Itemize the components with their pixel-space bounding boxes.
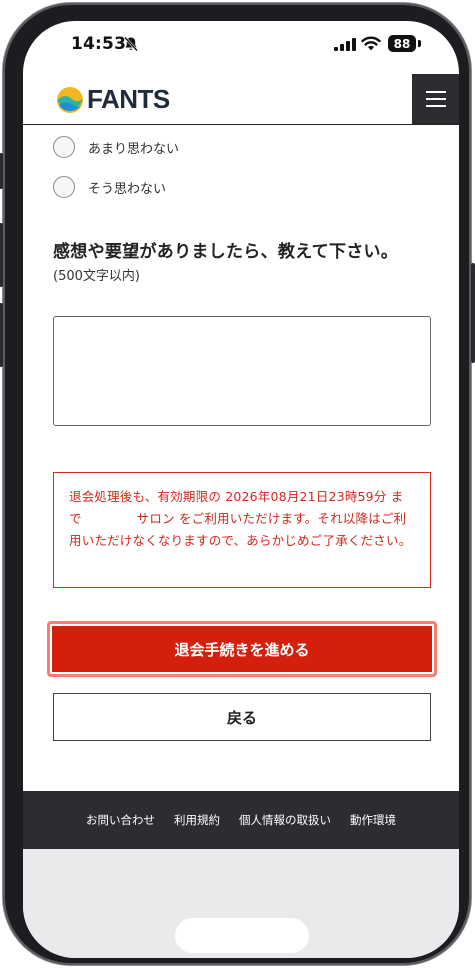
logo[interactable]: FANTS: [56, 84, 170, 115]
footer: お問い合わせ 利用規約 個人情報の取扱い 動作環境: [23, 791, 459, 849]
back-button[interactable]: 戻る: [53, 693, 431, 741]
status-bar: 14:53 88: [23, 21, 459, 71]
radio-label: そう思わない: [88, 181, 167, 197]
feedback-char-limit: (500文字以内): [53, 269, 140, 284]
volume-down-button: [0, 303, 3, 367]
volume-up-button: [0, 223, 3, 287]
feedback-question: 感想や要望がありましたら、教えて下さい。: [53, 242, 399, 262]
battery-cap: [418, 40, 421, 47]
radio-button[interactable]: [53, 176, 75, 198]
cancellation-notice: 退会処理後も、有効期限の 2026年08月21日23時59分 まで サロン をご…: [53, 472, 431, 588]
menu-icon-bar: [425, 105, 446, 107]
radio-button[interactable]: [53, 136, 75, 158]
battery-icon: 88: [388, 35, 416, 52]
screen: 14:53 88 FANTS あまり思わない そう思わない 感想や要望がありまし…: [23, 21, 459, 958]
footer-link-privacy[interactable]: 個人情報の取扱い: [239, 812, 331, 828]
home-indicator[interactable]: [175, 918, 309, 953]
menu-icon-bar: [425, 98, 446, 100]
logo-text: FANTS: [87, 84, 170, 114]
radio-label: あまり思わない: [88, 141, 180, 157]
bell-slash-icon: [124, 36, 138, 52]
footer-link-contact[interactable]: お問い合わせ: [86, 812, 155, 828]
wifi-icon: [361, 36, 381, 51]
proceed-cancellation-button[interactable]: 退会手続きを進める: [47, 621, 437, 677]
survey-option-row[interactable]: あまり思わない: [53, 136, 179, 158]
survey-option-row[interactable]: そう思わない: [53, 176, 166, 198]
feedback-textarea[interactable]: [53, 316, 431, 426]
footer-link-terms[interactable]: 利用規約: [174, 812, 220, 828]
battery-level: 88: [393, 36, 411, 51]
mute-switch: [0, 153, 3, 189]
power-button: [471, 263, 475, 363]
footer-link-environment[interactable]: 動作環境: [350, 812, 396, 828]
fants-logo-icon: [57, 86, 83, 113]
cellular-signal-icon: [334, 38, 356, 51]
status-time: 14:53: [71, 34, 127, 54]
menu-icon-bar: [425, 91, 446, 93]
hamburger-menu-button[interactable]: [412, 74, 459, 124]
site-header: FANTS: [23, 74, 459, 125]
notice-text: 退会処理後も、有効期限の 2026年08月21日23時59分 まで サロン をご…: [69, 489, 412, 548]
phone-frame: 14:53 88 FANTS あまり思わない そう思わない 感想や要望がありまし…: [0, 3, 475, 965]
